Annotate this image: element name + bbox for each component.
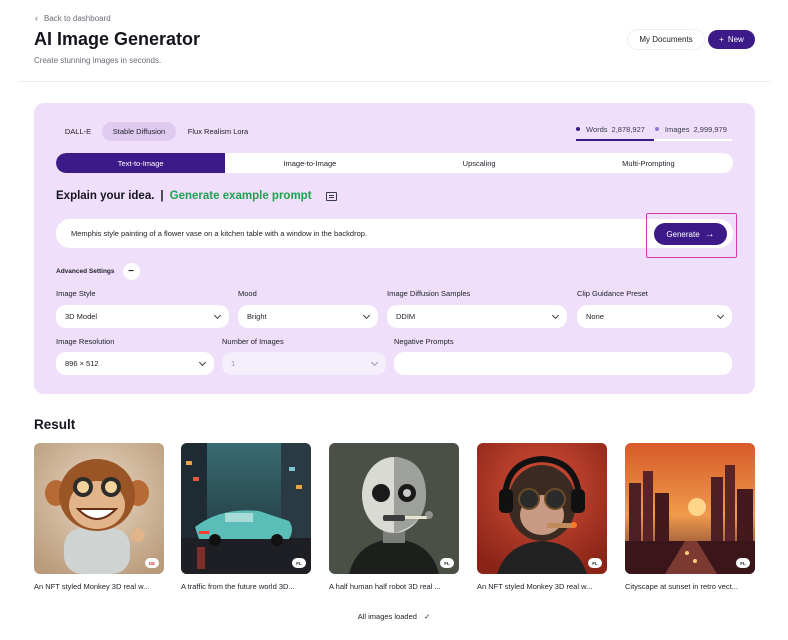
tab-upscaling[interactable]: Upscaling (395, 153, 564, 173)
diffusion-samples-select[interactable]: DDIM (387, 305, 567, 328)
model-tab-dalle[interactable]: DALL-E (56, 122, 100, 141)
diffusion-samples-value: DDIM (396, 312, 416, 321)
advanced-settings-label: Advanced Settings (56, 268, 115, 275)
tab-text-to-image[interactable]: Text-to-Image (56, 153, 226, 173)
model-badge: FL (588, 558, 602, 568)
prompt-heading-row: Explain your idea. | Generate example pr… (56, 190, 337, 202)
tab-image-to-image[interactable]: Image-to-Image (225, 153, 394, 173)
chevron-down-icon (551, 311, 560, 319)
arrow-right-icon: → (704, 228, 715, 240)
image-style-label: Image Style (56, 289, 96, 298)
image-style-select[interactable]: 3D Model (56, 305, 229, 328)
images-value: 2,999,979 (693, 124, 727, 134)
image-resolution-label: Image Resolution (56, 337, 115, 346)
model-tab-flux-realism-lora[interactable]: Flux Realism Lora (180, 122, 256, 141)
model-badge: FL (292, 558, 306, 568)
usage-stats: Words 2,878,927 Images 2,999,979 (576, 122, 732, 136)
result-caption[interactable]: An NFT styled Monkey 3D real w... (34, 582, 164, 591)
chevron-down-icon (198, 358, 207, 366)
model-tab-stable-diffusion[interactable]: Stable Diffusion (102, 122, 176, 141)
negative-prompts-input[interactable] (394, 352, 732, 375)
result-image[interactable]: FL (625, 443, 755, 574)
chevron-down-icon (370, 358, 379, 366)
images-dot-icon (654, 127, 659, 131)
new-button-label: New (727, 35, 744, 44)
prompt-input[interactable] (71, 229, 631, 238)
number-of-images-value: 1 (231, 359, 236, 368)
generate-example-prompt-link[interactable]: Generate example prompt (170, 190, 312, 202)
result-image[interactable]: DE (34, 443, 164, 574)
result-image[interactable]: FL (329, 443, 459, 574)
results-status: All images loaded ✓ (0, 612, 788, 621)
images-label: Images (664, 124, 690, 134)
check-icon: ✓ (424, 612, 431, 621)
page-title: AI Image Generator (34, 29, 201, 49)
negative-prompts-label: Negative Prompts (394, 337, 454, 346)
diffusion-samples-label: Image Diffusion Samples (387, 289, 471, 298)
result-image[interactable]: FL (181, 443, 311, 574)
advanced-settings-row: Advanced Settings − (56, 263, 140, 280)
clip-guidance-label: Clip Guidance Preset (577, 289, 648, 298)
chevron-left-icon: ‹ (35, 13, 38, 23)
mood-select[interactable]: Bright (238, 305, 378, 328)
result-image[interactable]: FL (477, 443, 607, 574)
image-resolution-select[interactable]: 896 × 512 (56, 352, 214, 375)
mood-label: Mood (238, 289, 257, 298)
back-to-dashboard-link[interactable]: ‹ Back to dashboard (35, 13, 111, 23)
clip-guidance-value: None (586, 312, 604, 321)
model-badge: FL (440, 558, 454, 568)
number-of-images-label: Number of Images (222, 337, 284, 346)
results-status-label: All images loaded (357, 612, 417, 621)
result-caption[interactable]: Cityscape at sunset in retro vect... (625, 582, 755, 591)
page-subtitle: Create stunning images in seconds. (34, 56, 162, 65)
mode-tabs: Text-to-Image Image-to-Image Upscaling M… (56, 153, 733, 173)
result-title: Result (34, 417, 76, 432)
list-icon[interactable] (325, 191, 337, 201)
chevron-down-icon (213, 311, 222, 319)
chevron-down-icon (362, 311, 371, 319)
generate-button-label: Generate (666, 229, 700, 239)
new-button[interactable]: + New (708, 30, 755, 49)
header-divider (18, 81, 770, 82)
chevron-down-icon (716, 311, 725, 319)
generate-button[interactable]: Generate → (654, 223, 727, 245)
result-caption[interactable]: A half human half robot 3D real ... (329, 582, 459, 591)
my-documents-button[interactable]: My Documents (628, 30, 704, 49)
prompt-heading: Explain your idea. (56, 190, 155, 202)
plus-icon: + (719, 35, 724, 44)
image-style-value: 3D Model (65, 312, 98, 321)
words-value: 2,878,927 (611, 124, 645, 134)
tab-multi-prompting[interactable]: Multi-Prompting (564, 153, 733, 173)
words-label: Words (586, 124, 608, 134)
words-dot-icon (576, 127, 580, 131)
number-of-images-select[interactable]: 1 (222, 352, 386, 375)
back-link-label: Back to dashboard (44, 13, 111, 23)
image-resolution-value: 896 × 512 (65, 359, 99, 368)
result-caption[interactable]: An NFT styled Monkey 3D real w... (477, 582, 607, 591)
usage-bar-fill (576, 139, 654, 141)
model-badge: DE (145, 558, 159, 568)
heading-separator: | (160, 190, 164, 202)
result-caption[interactable]: A traffic from the future world 3D... (181, 582, 311, 591)
mood-value: Bright (247, 312, 267, 321)
model-badge: FL (736, 558, 750, 568)
collapse-advanced-button[interactable]: − (122, 263, 140, 280)
clip-guidance-select[interactable]: None (577, 305, 732, 328)
